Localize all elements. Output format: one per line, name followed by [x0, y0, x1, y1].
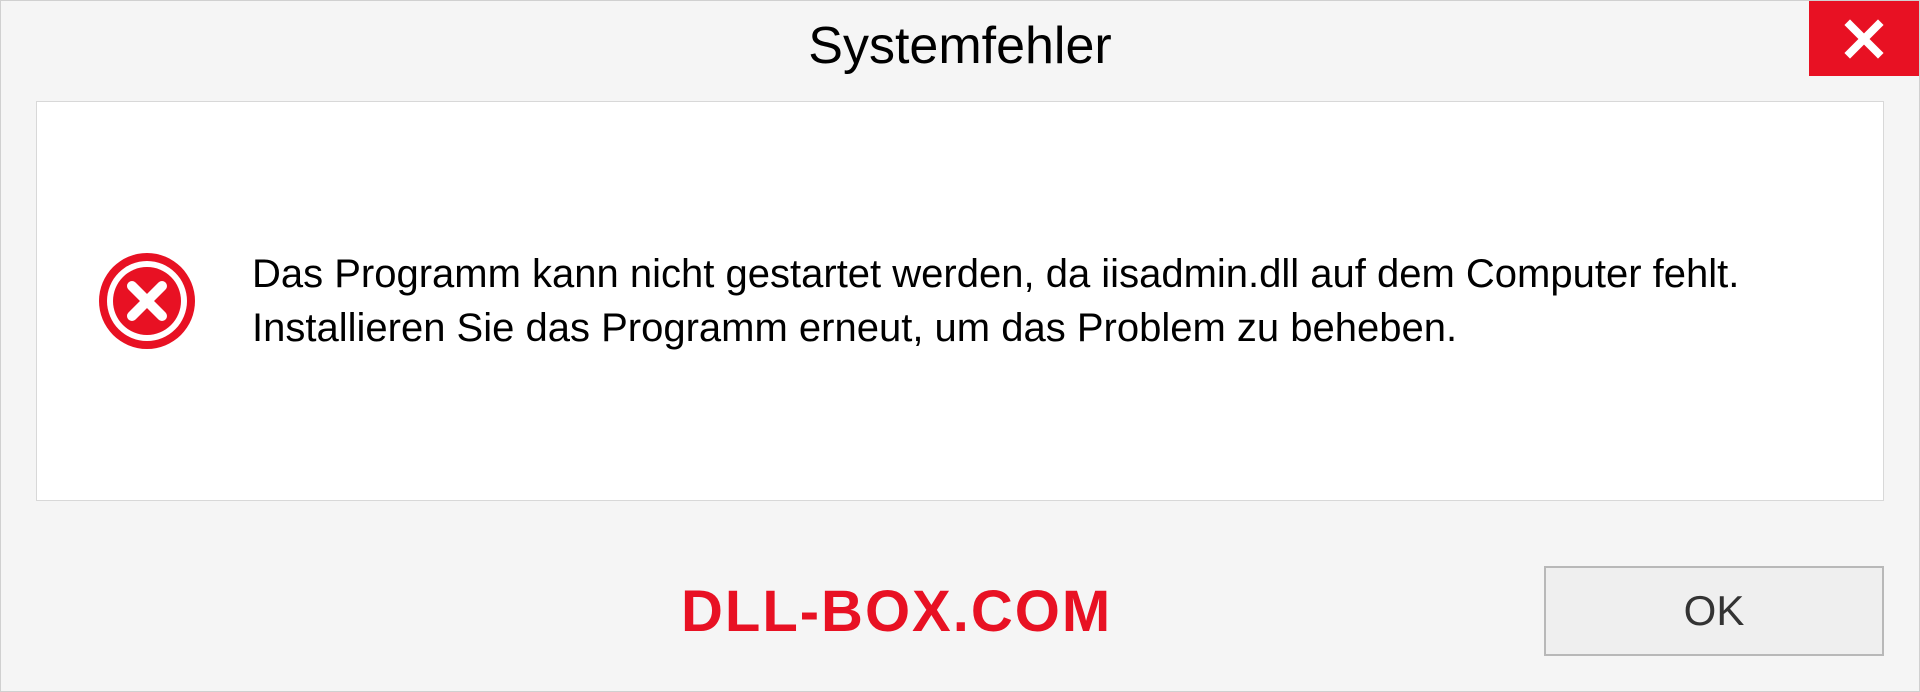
titlebar: Systemfehler — [1, 1, 1919, 91]
error-icon — [97, 251, 197, 351]
content-area: Das Programm kann nicht gestartet werden… — [36, 101, 1884, 501]
close-icon — [1843, 18, 1885, 60]
dialog-title: Systemfehler — [808, 16, 1111, 76]
ok-button[interactable]: OK — [1544, 566, 1884, 656]
error-message: Das Programm kann nicht gestartet werden… — [252, 247, 1823, 355]
system-error-dialog: Systemfehler Das Programm kann nicht ges… — [0, 0, 1920, 692]
watermark-text: DLL-BOX.COM — [681, 578, 1112, 645]
footer: DLL-BOX.COM OK — [1, 561, 1919, 661]
close-button[interactable] — [1809, 1, 1919, 76]
